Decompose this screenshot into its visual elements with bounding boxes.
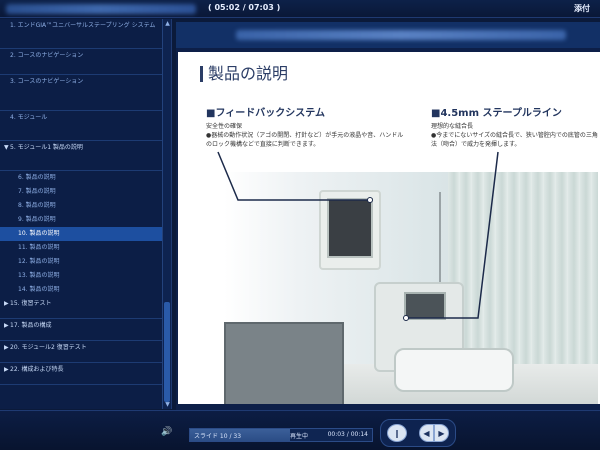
sidebar-item[interactable]: ▶ 20. モジュール2 復習テスト [0,341,162,363]
photo-cart-screen [404,292,446,320]
sidebar-item-label: 1. エンドGIA™ユニバーサルステープリング システム [10,22,156,29]
section-heading-feedback: ■フィードバックシステム [206,108,325,119]
attachments-button[interactable]: 添付 [574,3,590,14]
sidebar-item[interactable]: 1. エンドGIA™ユニバーサルステープリング システム [0,19,162,49]
sidebar-item[interactable]: 6. 製品の説明 [0,171,162,185]
course-title-blurred [6,4,196,14]
sidebar-item[interactable]: 2. コースのナビゲーション [0,49,162,75]
sidebar-item[interactable]: 4. モジュール [0,111,162,141]
sidebar-item[interactable]: 3. コースのナビゲーション [0,75,162,111]
next-slide-button[interactable]: ▶ [434,424,449,442]
outline-list: 1. エンドGIA™ユニバーサルステープリング システム 2. コースのナビゲーシ… [0,19,162,385]
slide-title: 製品の説明 [200,66,288,82]
sidebar-item[interactable]: 9. 製品の説明 [0,213,162,227]
sidebar-item[interactable]: 12. 製品の説明 [0,255,162,269]
pause-button[interactable]: ‖ [387,424,407,442]
slide-container: 製品の説明 ■フィードバックシステム 安全性の確保 ●器械の動作状況（アゴの開閉… [176,22,600,410]
sidebar-item-label: 17. 製品の構成 [10,322,52,329]
sidebar-item[interactable]: 7. 製品の説明 [0,185,162,199]
outline-sidebar: 1. エンドGIA™ユニバーサルステープリング システム 2. コースのナビゲーシ… [0,19,172,409]
sidebar-item[interactable]: ▶ 15. 復習テスト [0,297,162,319]
sidebar-item-label: 13. 製品の説明 [18,272,60,279]
sidebar-item-label: 10. 製品の説明 [18,230,60,237]
sidebar-item-label: 22. 構成および特長 [10,366,64,373]
sidebar-scrollbar[interactable]: ▲ ▼ [162,19,171,409]
top-bar: ( 05:02 / 07:03 ) 添付 [0,0,600,18]
sidebar-item-label: 7. 製品の説明 [18,188,56,195]
scrollbar-thumb[interactable] [164,302,170,402]
scroll-up-icon[interactable]: ▲ [163,19,171,28]
section-subheading-feedback: 安全性の確保 [206,123,243,130]
sidebar-item-label: 11. 製品の説明 [18,244,60,251]
sidebar-item-label: 3. コースのナビゲーション [10,78,84,85]
previous-slide-button[interactable]: ◀ [419,424,434,442]
sidebar-item[interactable]: 10. 製品の説明 [0,227,162,241]
volume-icon[interactable]: 🔊 [161,427,175,439]
slide-header-blurred [176,22,600,48]
playback-status: 再生中 [290,433,309,440]
sidebar-item[interactable]: 8. 製品の説明 [0,199,162,213]
slide-canvas: 製品の説明 ■フィードバックシステム 安全性の確保 ●器械の動作状況（アゴの開閉… [178,52,600,404]
section-desc-staple-line: ●今までにないサイズの縫合長で、狭い管腔内での底管の三角法（吻合）で威力を発揮し… [431,132,598,148]
sidebar-item-label: 15. 復習テスト [10,300,52,307]
sidebar-item-label: 9. 製品の説明 [18,216,56,223]
sidebar-item-label: 2. コースのナビゲーション [10,52,84,59]
section-heading-staple-line: ■4.5mm ステープルライン [431,108,562,119]
sidebar-item-label: 14. 製品の説明 [18,286,60,293]
sidebar-item[interactable]: ▶ 22. 構成および特長 [0,363,162,385]
slide-counter: スライド 10 / 33 [194,433,242,440]
playback-controls: ‖ ◀ ▶ [380,419,456,447]
ultrasound-equipment-photo [224,172,598,404]
sidebar-item-label: 6. 製品の説明 [18,174,56,181]
section-desc-feedback: ●器械の動作状況（アゴの開閉、打針など）が手元の液晶や音、ハンドルのロック機構な… [206,132,404,148]
elapsed-time: ( 05:02 / 07:03 ) [208,3,281,12]
slide-time: 00:03 / 00:14 [327,431,368,438]
sidebar-item[interactable]: 14. 製品の説明 [0,283,162,297]
photo-control-panel [394,348,514,392]
sidebar-item[interactable]: 11. 製品の説明 [0,241,162,255]
section-subheading-staple-line: 理想的な縫合長 [431,123,474,130]
sidebar-item[interactable]: 13. 製品の説明 [0,269,162,283]
sidebar-item[interactable]: ▶ 17. 製品の構成 [0,319,162,341]
photo-side-machine [224,322,344,404]
sidebar-item[interactable]: ▼ 5. モジュール1 製品の説明 [0,141,162,171]
sidebar-item-label: 20. モジュール2 復習テスト [10,344,87,351]
scroll-down-icon[interactable]: ▼ [163,400,171,409]
photo-monitor [319,190,381,270]
photo-monitor-screen [327,198,373,258]
progress-bar[interactable]: スライド 10 / 33 再生中 00:03 / 00:14 [189,428,373,442]
sidebar-item-label: 8. 製品の説明 [18,202,56,209]
player-bar: 🔊 スライド 10 / 33 再生中 00:03 / 00:14 ‖ ◀ ▶ [0,410,600,450]
sidebar-item-label: 5. モジュール1 製品の説明 [10,144,83,151]
sidebar-item-label: 4. モジュール [10,114,48,121]
sidebar-item-label: 12. 製品の説明 [18,258,60,265]
